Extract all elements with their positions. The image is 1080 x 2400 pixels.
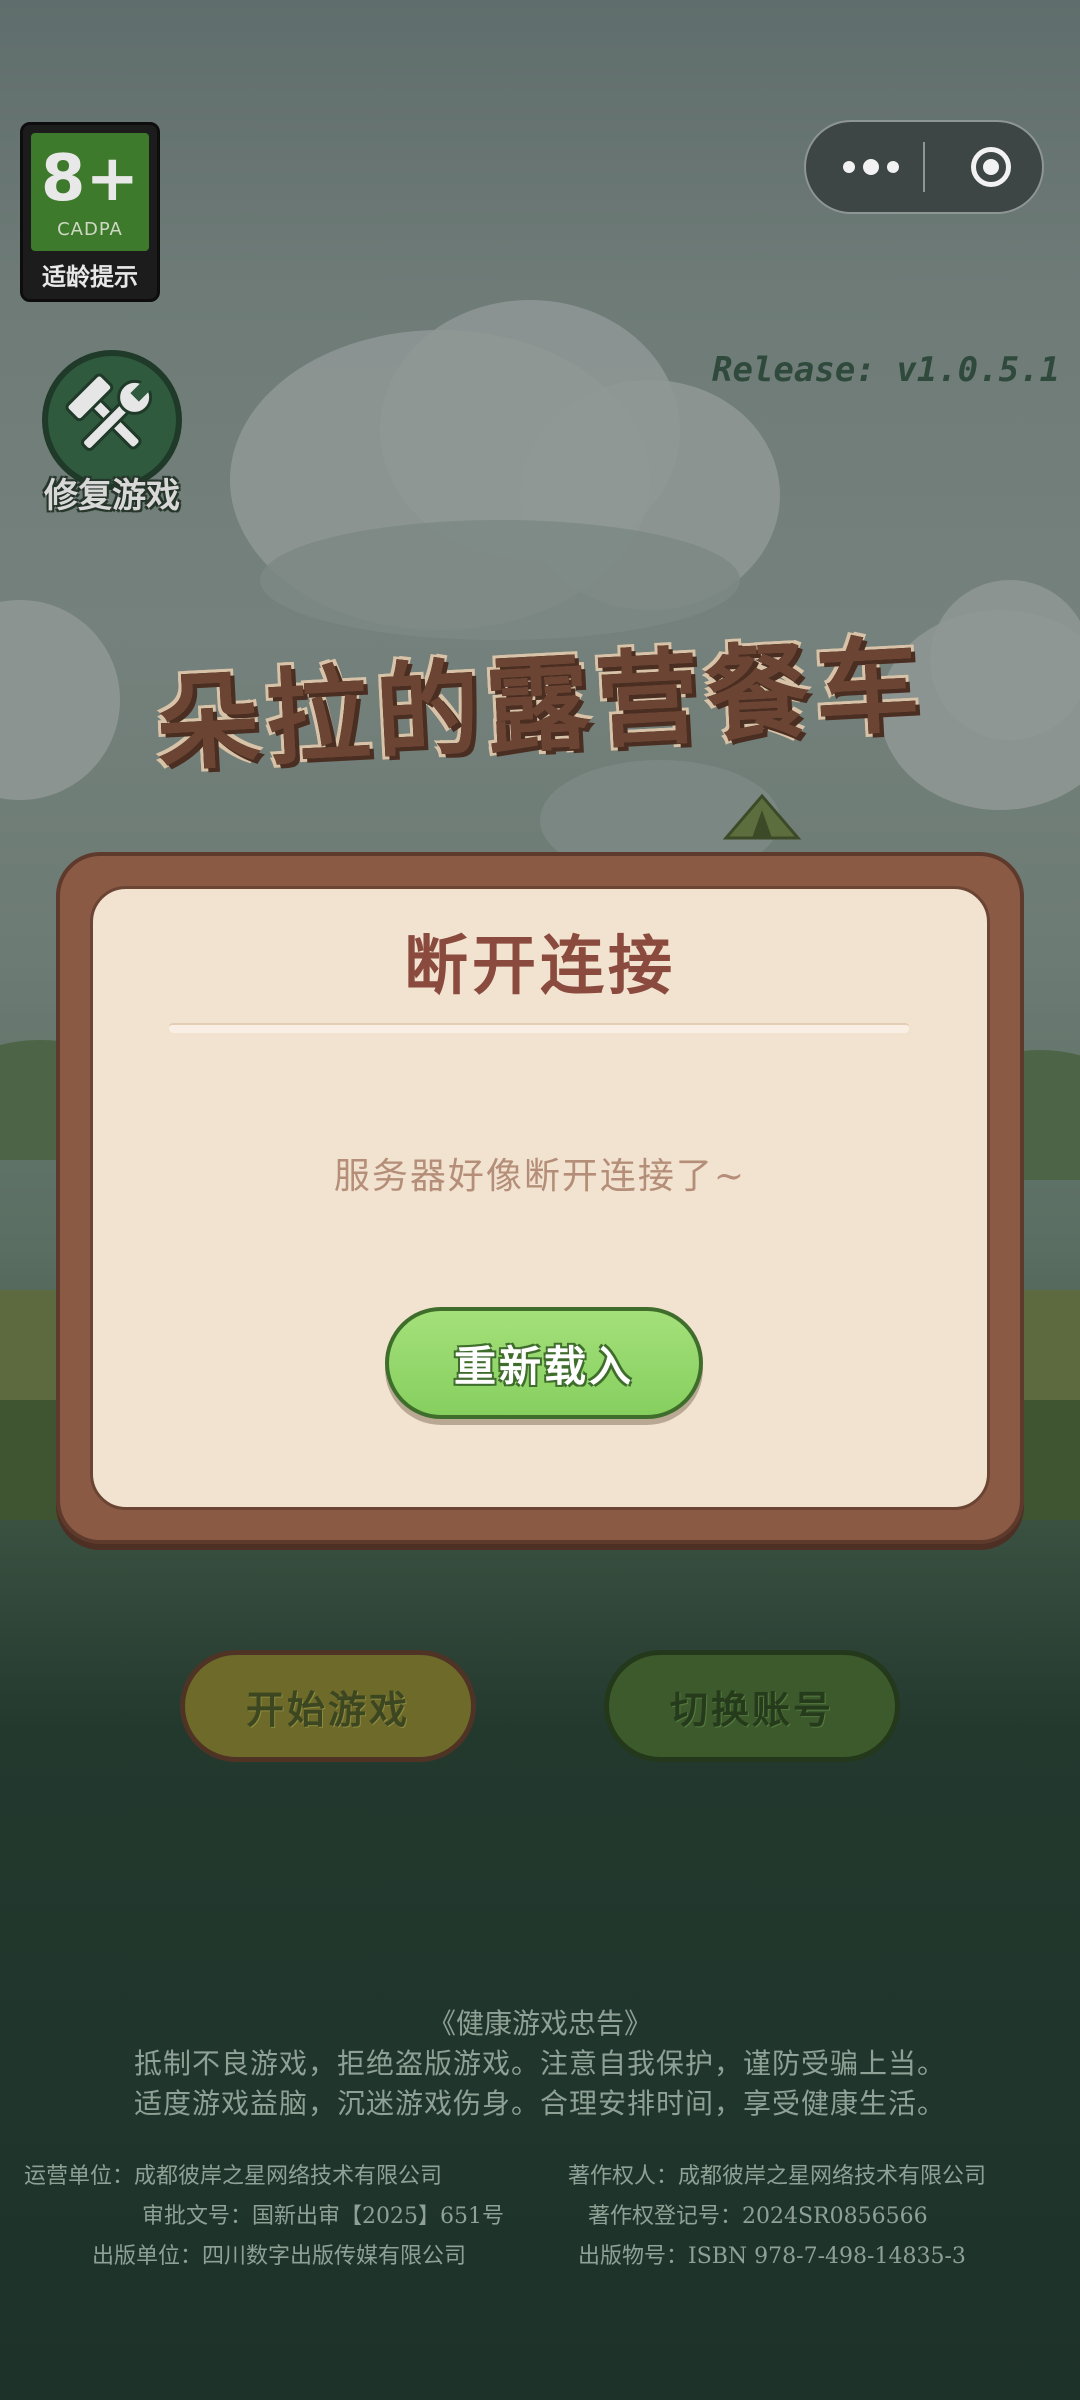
capsule-divider <box>923 142 925 192</box>
target-close-icon <box>971 147 1011 187</box>
age-rating-org: CADPA <box>57 219 123 240</box>
approval-number-text: 审批文号：国新出审【2025】651号 <box>142 2204 504 2229</box>
age-rating-badge[interactable]: 8+ CADPA 适龄提示 <box>20 122 160 302</box>
publisher-text: 出版单位：四川数字出版传媒有限公司 <box>92 2244 467 2269</box>
disconnect-dialog: 断开连接 服务器好像断开连接了~ 重新载入 <box>56 852 1024 1544</box>
copyright-owner-text: 著作权人：成都彼岸之星网络技术有限公司 <box>568 2164 987 2189</box>
dialog-title: 断开连接 <box>404 929 676 1004</box>
game-title-logo: 朵拉的露营餐车 <box>152 622 929 787</box>
hammer-wrench-icon <box>65 373 153 451</box>
copyright-registration-text: 著作权登记号：2024SR0856566 <box>588 2204 928 2229</box>
operator-text: 运营单位：成都彼岸之星网络技术有限公司 <box>24 2164 443 2189</box>
isbn-text: 出版物号：ISBN 978-7-498-14835-3 <box>578 2244 966 2269</box>
dialog-panel: 断开连接 服务器好像断开连接了~ 重新载入 <box>90 886 990 1510</box>
mini-program-capsule <box>804 120 1044 214</box>
health-advice-title: 《健康游戏忠告》 <box>427 2007 652 2040</box>
game-screen: 8+ CADPA 适龄提示 Release: v1.0.5.1 修复游戏 朵拉的… <box>0 0 1080 2400</box>
dialog-message: 服务器好像断开连接了~ <box>333 1156 747 1197</box>
age-rating-panel: 8+ CADPA <box>31 133 149 251</box>
more-button[interactable] <box>826 122 916 212</box>
close-mini-program-button[interactable] <box>946 122 1036 212</box>
repair-game-label: 修复游戏 <box>44 476 180 516</box>
dialog-divider <box>169 1023 909 1033</box>
more-dots-icon <box>839 159 903 175</box>
switch-account-button[interactable]: 切换账号 <box>604 1650 900 1762</box>
tent-icon <box>722 793 802 840</box>
repair-game-button[interactable]: 修复游戏 <box>32 350 202 520</box>
age-rating-number: 8+ <box>40 142 140 216</box>
release-version: Release: v1.0.5.1 <box>712 350 1060 390</box>
age-rating-label: 适龄提示 <box>42 263 138 291</box>
reload-button[interactable]: 重新载入 <box>385 1307 703 1419</box>
health-advice-line: 抵制不良游戏，拒绝盗版游戏。注意自我保护，谨防受骗上当。 <box>133 2047 946 2080</box>
start-game-button[interactable]: 开始游戏 <box>180 1650 476 1762</box>
health-advice-line: 适度游戏益脑，沉迷游戏伤身。合理安排时间，享受健康生活。 <box>133 2087 946 2120</box>
